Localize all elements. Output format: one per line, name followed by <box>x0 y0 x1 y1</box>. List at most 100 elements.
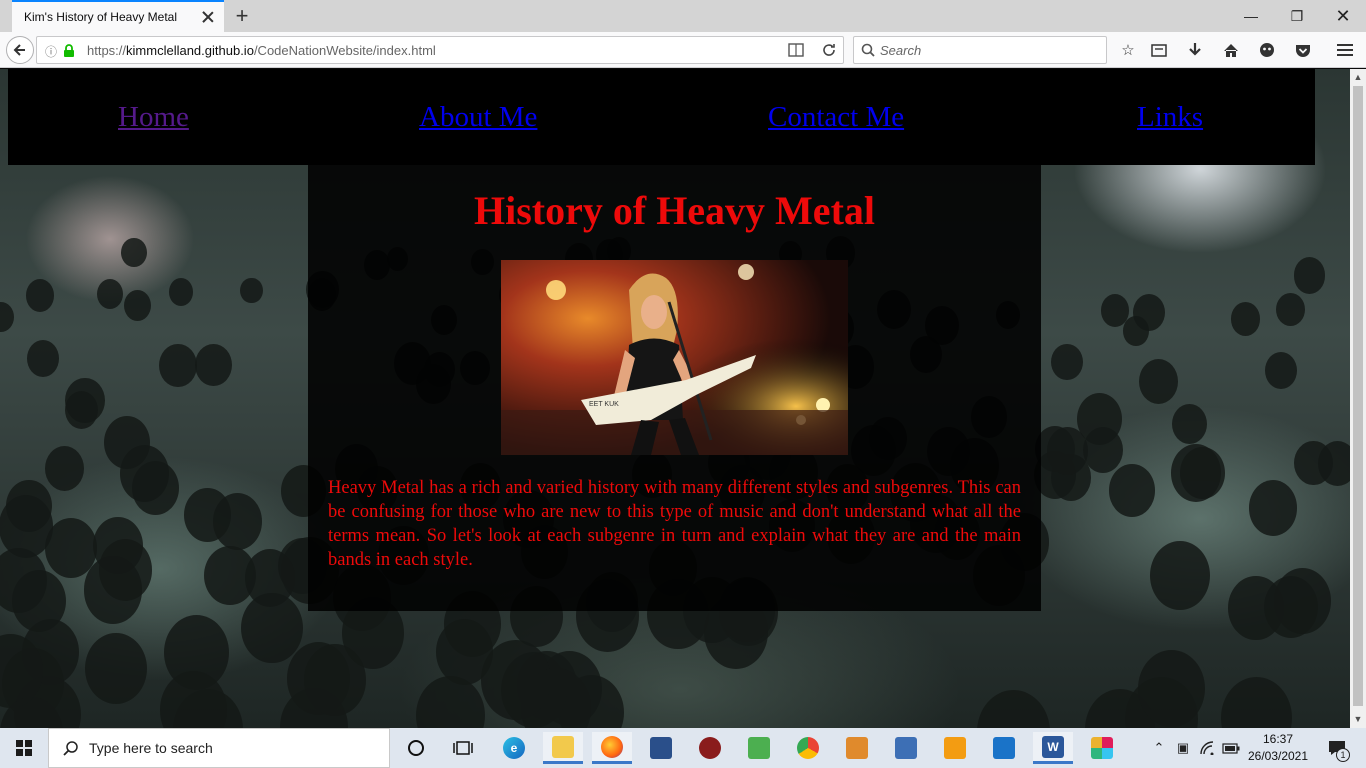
reader-view-icon[interactable] <box>788 43 804 57</box>
taskbar-search-box[interactable]: Type here to search <box>48 728 390 768</box>
url-text[interactable]: https://kimmclelland.github.io/CodeNatio… <box>87 43 436 58</box>
slack-icon[interactable] <box>1082 732 1122 764</box>
crowd-silhouette <box>1275 292 1305 326</box>
browser-tab[interactable]: Kim's History of Heavy Metal <box>12 0 224 32</box>
windows-taskbar: Type here to search e W ⌃ ▣ 16:37 26/03/… <box>0 728 1366 768</box>
crowd-silhouette <box>1220 677 1292 728</box>
crowd-silhouette <box>241 592 303 664</box>
nav-link-contact-me[interactable]: Contact Me <box>768 101 904 134</box>
navigation-toolbar: ⓘ https://kimmclelland.github.io/CodeNat… <box>0 32 1366 68</box>
guitarist-photo: EET KUK <box>501 260 848 455</box>
crowd-silhouette <box>1273 567 1332 634</box>
page-title: History of Heavy Metal <box>474 188 875 233</box>
menu-icon[interactable] <box>1335 40 1355 60</box>
crowd-silhouette <box>44 445 84 491</box>
taskbar-clock[interactable]: 16:37 26/03/2021 <box>1246 731 1310 765</box>
crowd-silhouette <box>1249 480 1298 537</box>
home-icon[interactable] <box>1221 40 1241 60</box>
crowd-silhouette <box>1109 464 1155 517</box>
notification-count-badge: 1 <box>1336 748 1350 762</box>
crowd-silhouette <box>124 289 152 321</box>
battery-icon[interactable] <box>1222 728 1240 768</box>
minimize-button[interactable]: — <box>1228 0 1274 32</box>
tab-title: Kim's History of Heavy Metal <box>24 10 177 24</box>
firefox-icon[interactable] <box>592 732 632 764</box>
address-bar[interactable]: ⓘ https://kimmclelland.github.io/CodeNat… <box>36 36 844 64</box>
url-host: kimmclelland.github.io <box>126 43 254 58</box>
close-tab-icon[interactable] <box>200 9 216 25</box>
video-player-icon[interactable] <box>935 732 975 764</box>
crowd-silhouette <box>1264 352 1297 389</box>
windows-logo-icon <box>16 740 32 756</box>
show-hidden-icons-chevron-icon[interactable]: ⌃ <box>1150 728 1168 768</box>
svg-text:EET KUK: EET KUK <box>589 401 619 408</box>
lock-icon[interactable] <box>63 44 75 57</box>
crowd-silhouette <box>1082 426 1123 474</box>
crowd-silhouette <box>25 279 54 312</box>
info-icon[interactable]: ⓘ <box>45 43 57 60</box>
downloads-icon[interactable] <box>1185 40 1205 60</box>
start-button[interactable] <box>0 728 48 768</box>
tab-strip: Kim's History of Heavy Metal + — ❐ ✕ <box>0 0 1366 32</box>
task-view-icon[interactable] <box>443 732 483 764</box>
intro-paragraph: Heavy Metal has a rich and varied histor… <box>328 478 1021 570</box>
search-icon <box>63 741 78 756</box>
crowd-silhouette <box>0 301 15 332</box>
clock-date: 26/03/2021 <box>1247 749 1309 763</box>
crowd-silhouette <box>168 278 194 307</box>
bookmark-star-icon[interactable]: ☆ <box>1118 40 1138 60</box>
wifi-icon[interactable] <box>1198 728 1216 768</box>
crowd-silhouette <box>1150 541 1211 610</box>
page-scrollbar[interactable]: ▲ ▼ <box>1350 69 1366 728</box>
crowd-silhouette <box>83 556 143 624</box>
network-app-icon[interactable] <box>886 732 926 764</box>
back-button[interactable] <box>6 36 34 64</box>
crowd-silhouette <box>1123 316 1149 346</box>
crowd-silhouette <box>1230 302 1260 336</box>
crowd-silhouette <box>1051 343 1084 381</box>
reload-icon[interactable] <box>822 43 836 57</box>
evernote-icon[interactable] <box>739 732 779 764</box>
crowd-silhouette <box>416 676 485 728</box>
nav-link-about-me[interactable]: About Me <box>419 101 537 134</box>
chrome-icon[interactable] <box>788 732 828 764</box>
crowd-silhouette <box>1293 257 1326 294</box>
crowd-silhouette <box>184 488 231 542</box>
crowd-silhouette <box>194 343 232 386</box>
restore-button[interactable]: ❐ <box>1274 0 1320 32</box>
mail-icon[interactable] <box>984 732 1024 764</box>
meet-now-icon[interactable]: ▣ <box>1174 728 1192 768</box>
cortana-icon[interactable] <box>396 732 436 764</box>
scroll-up-icon[interactable]: ▲ <box>1353 72 1363 82</box>
nav-link-home[interactable]: Home <box>118 101 189 134</box>
extension-icon[interactable] <box>1257 40 1277 60</box>
site-navigation: Home About Me Contact Me Links <box>8 69 1315 165</box>
url-prefix: https:// <box>87 43 127 58</box>
crowd-silhouette <box>26 339 60 378</box>
crowd-silhouette <box>1180 447 1225 500</box>
file-explorer-icon[interactable] <box>543 732 583 764</box>
new-tab-button[interactable]: + <box>232 5 252 27</box>
crowd-silhouette <box>1046 427 1089 475</box>
crowd-silhouette <box>97 278 124 309</box>
search-icon <box>861 43 875 57</box>
scroll-down-icon[interactable]: ▼ <box>1353 714 1363 724</box>
media-app-icon[interactable] <box>690 732 730 764</box>
library-icon[interactable] <box>1149 40 1169 60</box>
crowd-silhouette <box>1171 403 1207 445</box>
nav-link-links[interactable]: Links <box>1137 101 1203 134</box>
remote-desktop-icon[interactable] <box>641 732 681 764</box>
close-window-button[interactable]: ✕ <box>1320 0 1366 32</box>
word-icon[interactable]: W <box>1033 732 1073 764</box>
main-content-panel: History of Heavy Metal EET KUK Heavy Met… <box>308 165 1041 611</box>
search-bar[interactable]: Search <box>853 36 1107 64</box>
paint-app-icon[interactable] <box>837 732 877 764</box>
taskbar-search-placeholder: Type here to search <box>89 740 213 756</box>
crowd-silhouette <box>65 378 105 424</box>
url-path: /CodeNationWebsite/index.html <box>253 43 436 58</box>
crowd-silhouette <box>1137 650 1205 728</box>
pocket-icon[interactable] <box>1293 40 1313 60</box>
edge-icon[interactable]: e <box>494 732 534 764</box>
scrollbar-thumb[interactable] <box>1353 86 1363 706</box>
notification-center-icon[interactable]: 1 <box>1322 728 1352 768</box>
